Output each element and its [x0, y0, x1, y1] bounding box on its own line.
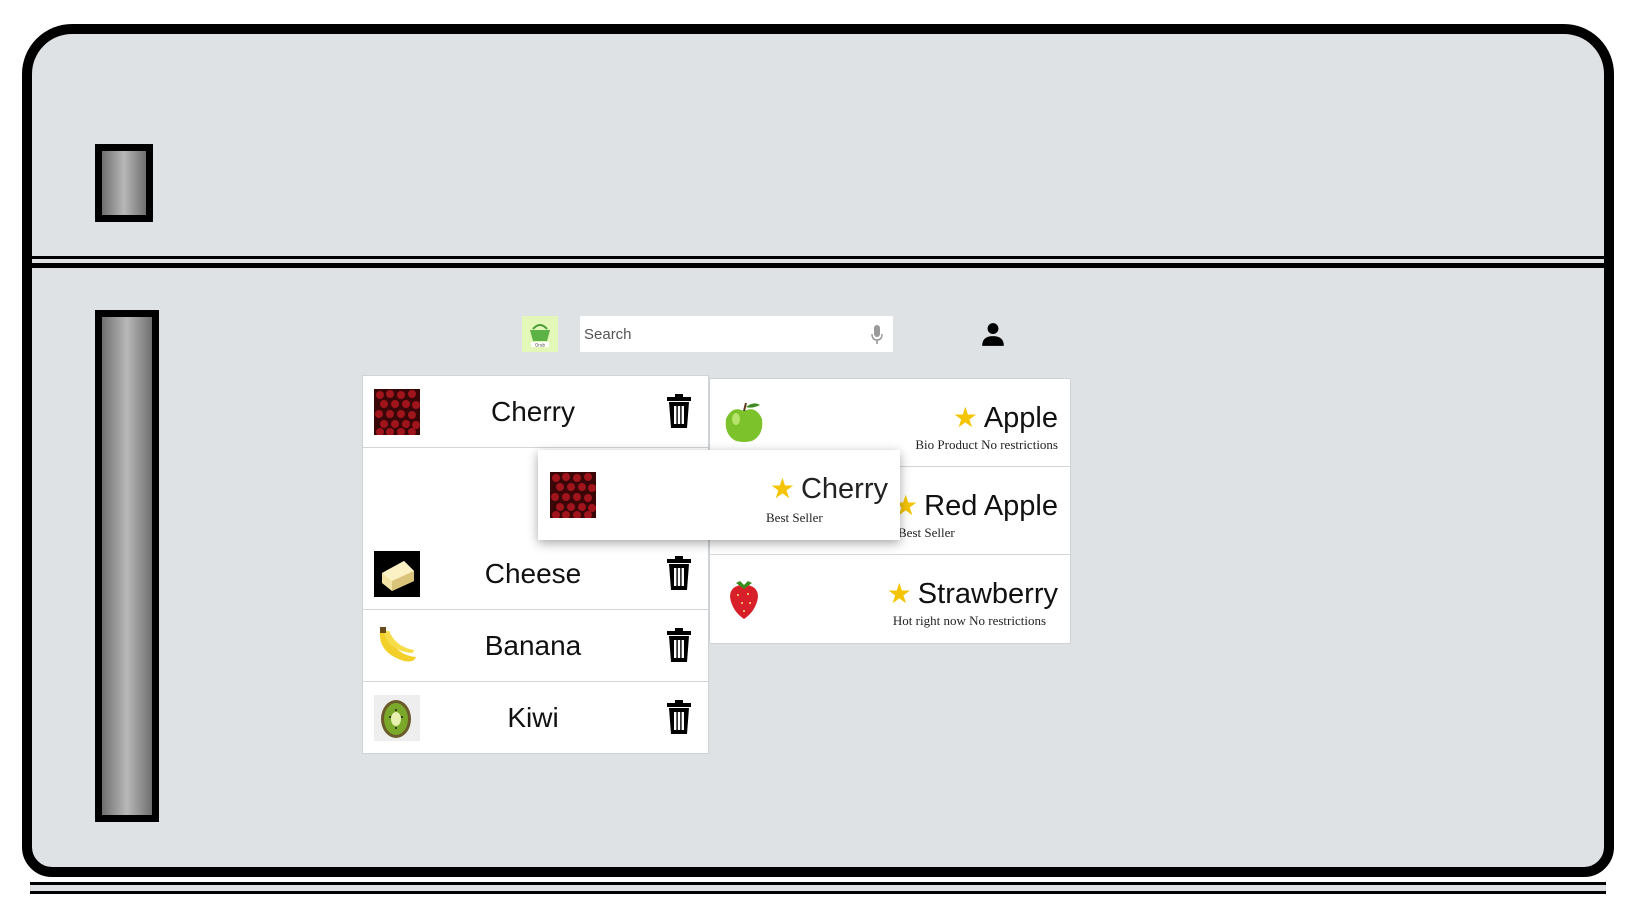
trash-icon[interactable]	[666, 628, 692, 662]
cherry-image	[550, 472, 596, 518]
list-item-name: Banana	[484, 630, 582, 661]
product-title: ★ Cherry	[770, 472, 888, 506]
banana-image	[374, 623, 420, 669]
trash-icon[interactable]	[666, 556, 692, 590]
product-subtitle: Best Seller	[898, 525, 955, 540]
search-bar	[580, 316, 893, 352]
dragging-product-card[interactable]: ★ Cherry Best Seller	[538, 450, 900, 540]
product-name: Strawberry	[917, 578, 1058, 610]
product-title: ★ Red Apple	[893, 489, 1058, 523]
list-item[interactable]: Cherry	[363, 376, 708, 448]
star-icon: ★	[769, 473, 795, 504]
product-subtitle: Hot right now No restrictions	[892, 613, 1046, 628]
basket-logo[interactable]: Grub	[522, 316, 558, 352]
svg-text:Grub: Grub	[535, 343, 545, 348]
microphone-icon[interactable]	[871, 325, 883, 345]
list-item[interactable]: Cheese	[363, 538, 708, 610]
fridge-divider	[32, 256, 1604, 268]
product-name: Cherry	[800, 473, 888, 505]
trash-icon[interactable]	[666, 700, 692, 734]
star-icon: ★	[886, 578, 912, 609]
user-icon[interactable]	[980, 321, 1006, 347]
product-card[interactable]: ★ Strawberry Hot right now No restriction…	[710, 555, 1070, 643]
list-item-name: Kiwi	[507, 702, 559, 733]
cheese-image	[374, 551, 420, 597]
list-item[interactable]: Banana	[363, 610, 708, 682]
product-name: Apple	[983, 402, 1058, 434]
basket-icon: Grub	[530, 324, 550, 348]
cherry-image	[374, 389, 420, 435]
apple-image	[725, 402, 763, 442]
list-item-name: Cheese	[484, 558, 582, 589]
product-title: ★ Apple	[953, 401, 1058, 435]
search-input[interactable]	[582, 324, 856, 344]
kiwi-image	[374, 695, 420, 741]
fridge-base	[30, 882, 1606, 894]
product-subtitle: Best Seller	[766, 510, 823, 525]
trash-icon[interactable]	[666, 394, 692, 428]
list-item[interactable]: Kiwi	[363, 682, 708, 754]
star-icon: ★	[952, 402, 978, 433]
strawberry-image	[730, 581, 758, 619]
freezer-handle	[95, 144, 153, 222]
fridge-handle	[95, 310, 159, 822]
product-subtitle: Bio Product No restrictions	[915, 437, 1058, 452]
list-item-name: Cherry	[490, 396, 575, 427]
product-title: ★ Strawberry	[887, 577, 1058, 611]
product-name: Red Apple	[924, 490, 1058, 522]
shopping-list: Cherry Cheese Banana Kiwi	[362, 375, 709, 754]
